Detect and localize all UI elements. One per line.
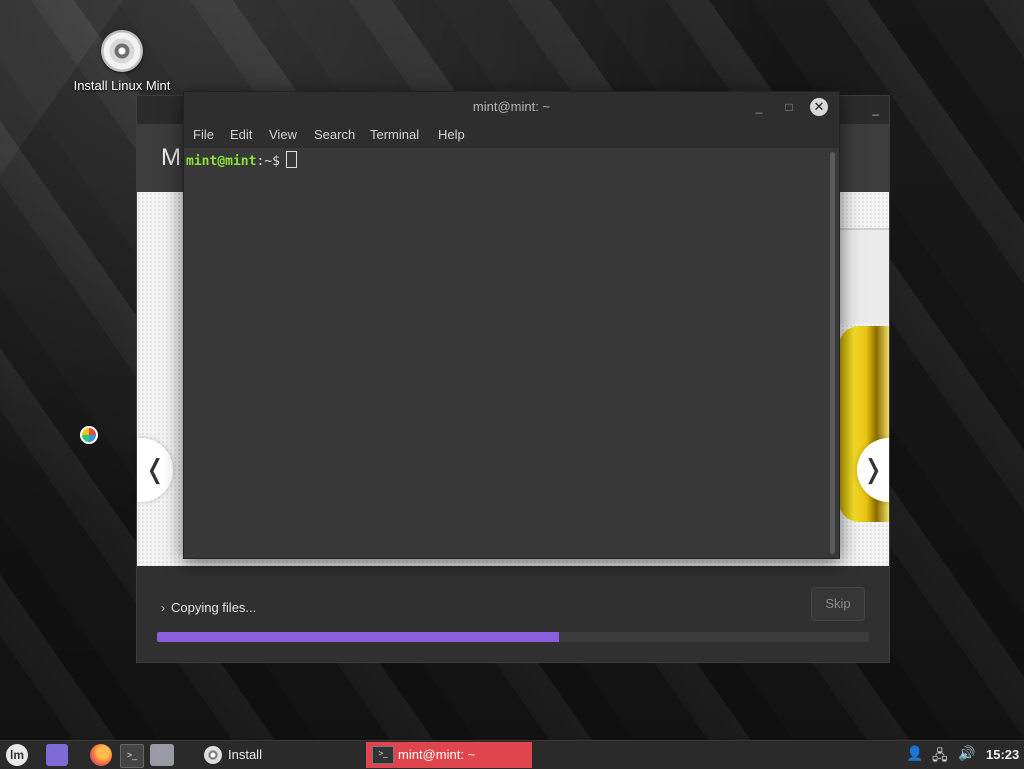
terminal-scrollbar[interactable]	[830, 152, 835, 554]
install-progress-fill	[157, 632, 559, 642]
terminal-output[interactable]: mint@mint:~$	[184, 148, 829, 558]
chevron-right-icon: ›	[161, 601, 165, 615]
terminal-titlebar[interactable]: mint@mint: ~ _ □ ✕	[184, 92, 839, 122]
disc-icon	[204, 746, 222, 764]
slide-prev-button[interactable]: ❬	[137, 438, 173, 502]
terminal-window: mint@mint: ~ _ □ ✕ File Edit View Search…	[183, 91, 840, 559]
maximize-button[interactable]: □	[780, 98, 798, 116]
prompt-user-host: mint@mint	[186, 154, 257, 169]
desktop-icon-label: Install Linux Mint	[73, 78, 171, 93]
installer-header-title: M	[161, 144, 181, 171]
busy-cursor-icon	[80, 426, 98, 444]
install-progress-bar	[157, 632, 869, 642]
skip-button[interactable]: Skip	[811, 587, 865, 621]
clock[interactable]: 15:23	[986, 747, 1019, 762]
prompt-path: :~$	[256, 154, 280, 169]
desktop-background: Install Linux Mint _ M ❬ ❭ › Copying file…	[0, 0, 1024, 740]
close-button[interactable]: ✕	[810, 98, 828, 116]
menu-terminal[interactable]: Terminal	[370, 127, 419, 142]
taskbar: lm >_ Install >_ mint@mint: ~ 👤 🖧 🔊 15:23	[0, 740, 1024, 769]
show-desktop-icon[interactable]	[46, 744, 68, 766]
task-terminal[interactable]: >_ mint@mint: ~	[366, 742, 532, 768]
installer-footer: › Copying files... Skip	[137, 566, 889, 662]
menu-search[interactable]: Search	[314, 127, 355, 142]
user-icon[interactable]: 👤	[906, 745, 923, 762]
network-icon[interactable]: 🖧	[932, 745, 948, 769]
task-terminal-label: mint@mint: ~	[398, 747, 476, 762]
install-status[interactable]: › Copying files...	[161, 600, 256, 615]
menu-help[interactable]: Help	[438, 127, 465, 142]
task-install-label: Install	[228, 747, 262, 762]
install-status-text: Copying files...	[171, 600, 257, 615]
minimize-icon[interactable]: _	[872, 102, 879, 116]
shell-prompt: mint@mint:~$	[186, 151, 297, 169]
terminal-menubar: File Edit View Search Terminal Help	[184, 122, 839, 148]
menu-view[interactable]: View	[269, 127, 297, 142]
files-icon[interactable]	[150, 744, 174, 766]
terminal-icon: >_	[372, 746, 394, 764]
menu-file[interactable]: File	[193, 127, 214, 142]
disc-icon	[101, 30, 143, 72]
menu-edit[interactable]: Edit	[230, 127, 252, 142]
slide-card	[837, 228, 889, 324]
task-install[interactable]: Install	[200, 744, 360, 766]
minimize-button[interactable]: _	[750, 98, 768, 116]
volume-icon[interactable]: 🔊	[958, 745, 975, 762]
terminal-title: mint@mint: ~	[472, 99, 551, 114]
terminal-icon[interactable]: >_	[120, 744, 144, 768]
desktop-icon-install-linux-mint[interactable]: Install Linux Mint	[62, 30, 182, 93]
firefox-icon[interactable]	[90, 744, 112, 766]
mint-menu-button[interactable]: lm	[6, 744, 28, 766]
text-cursor	[285, 151, 297, 168]
